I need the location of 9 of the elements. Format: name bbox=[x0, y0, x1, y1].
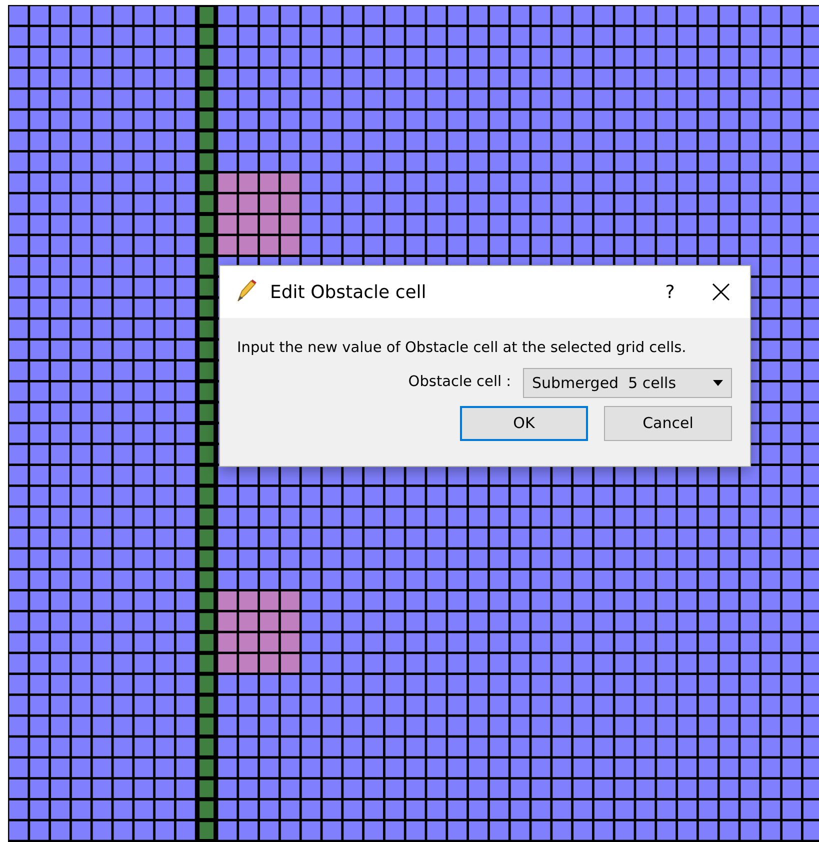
dialog-title: Edit Obstacle cell bbox=[270, 280, 428, 304]
close-icon[interactable] bbox=[712, 283, 730, 301]
dropdown-field[interactable]: Submerged 5 cells bbox=[523, 368, 732, 398]
field-label: Obstacle cell : bbox=[408, 372, 511, 392]
dialog-message: Input the new value of Obstacle cell at the selected grid cells. bbox=[237, 339, 688, 358]
caret-icon bbox=[713, 380, 723, 386]
help-button[interactable]: ? bbox=[660, 278, 680, 306]
ok-button[interactable]: OK bbox=[460, 406, 588, 441]
cancel-button[interactable]: Cancel bbox=[604, 406, 732, 441]
